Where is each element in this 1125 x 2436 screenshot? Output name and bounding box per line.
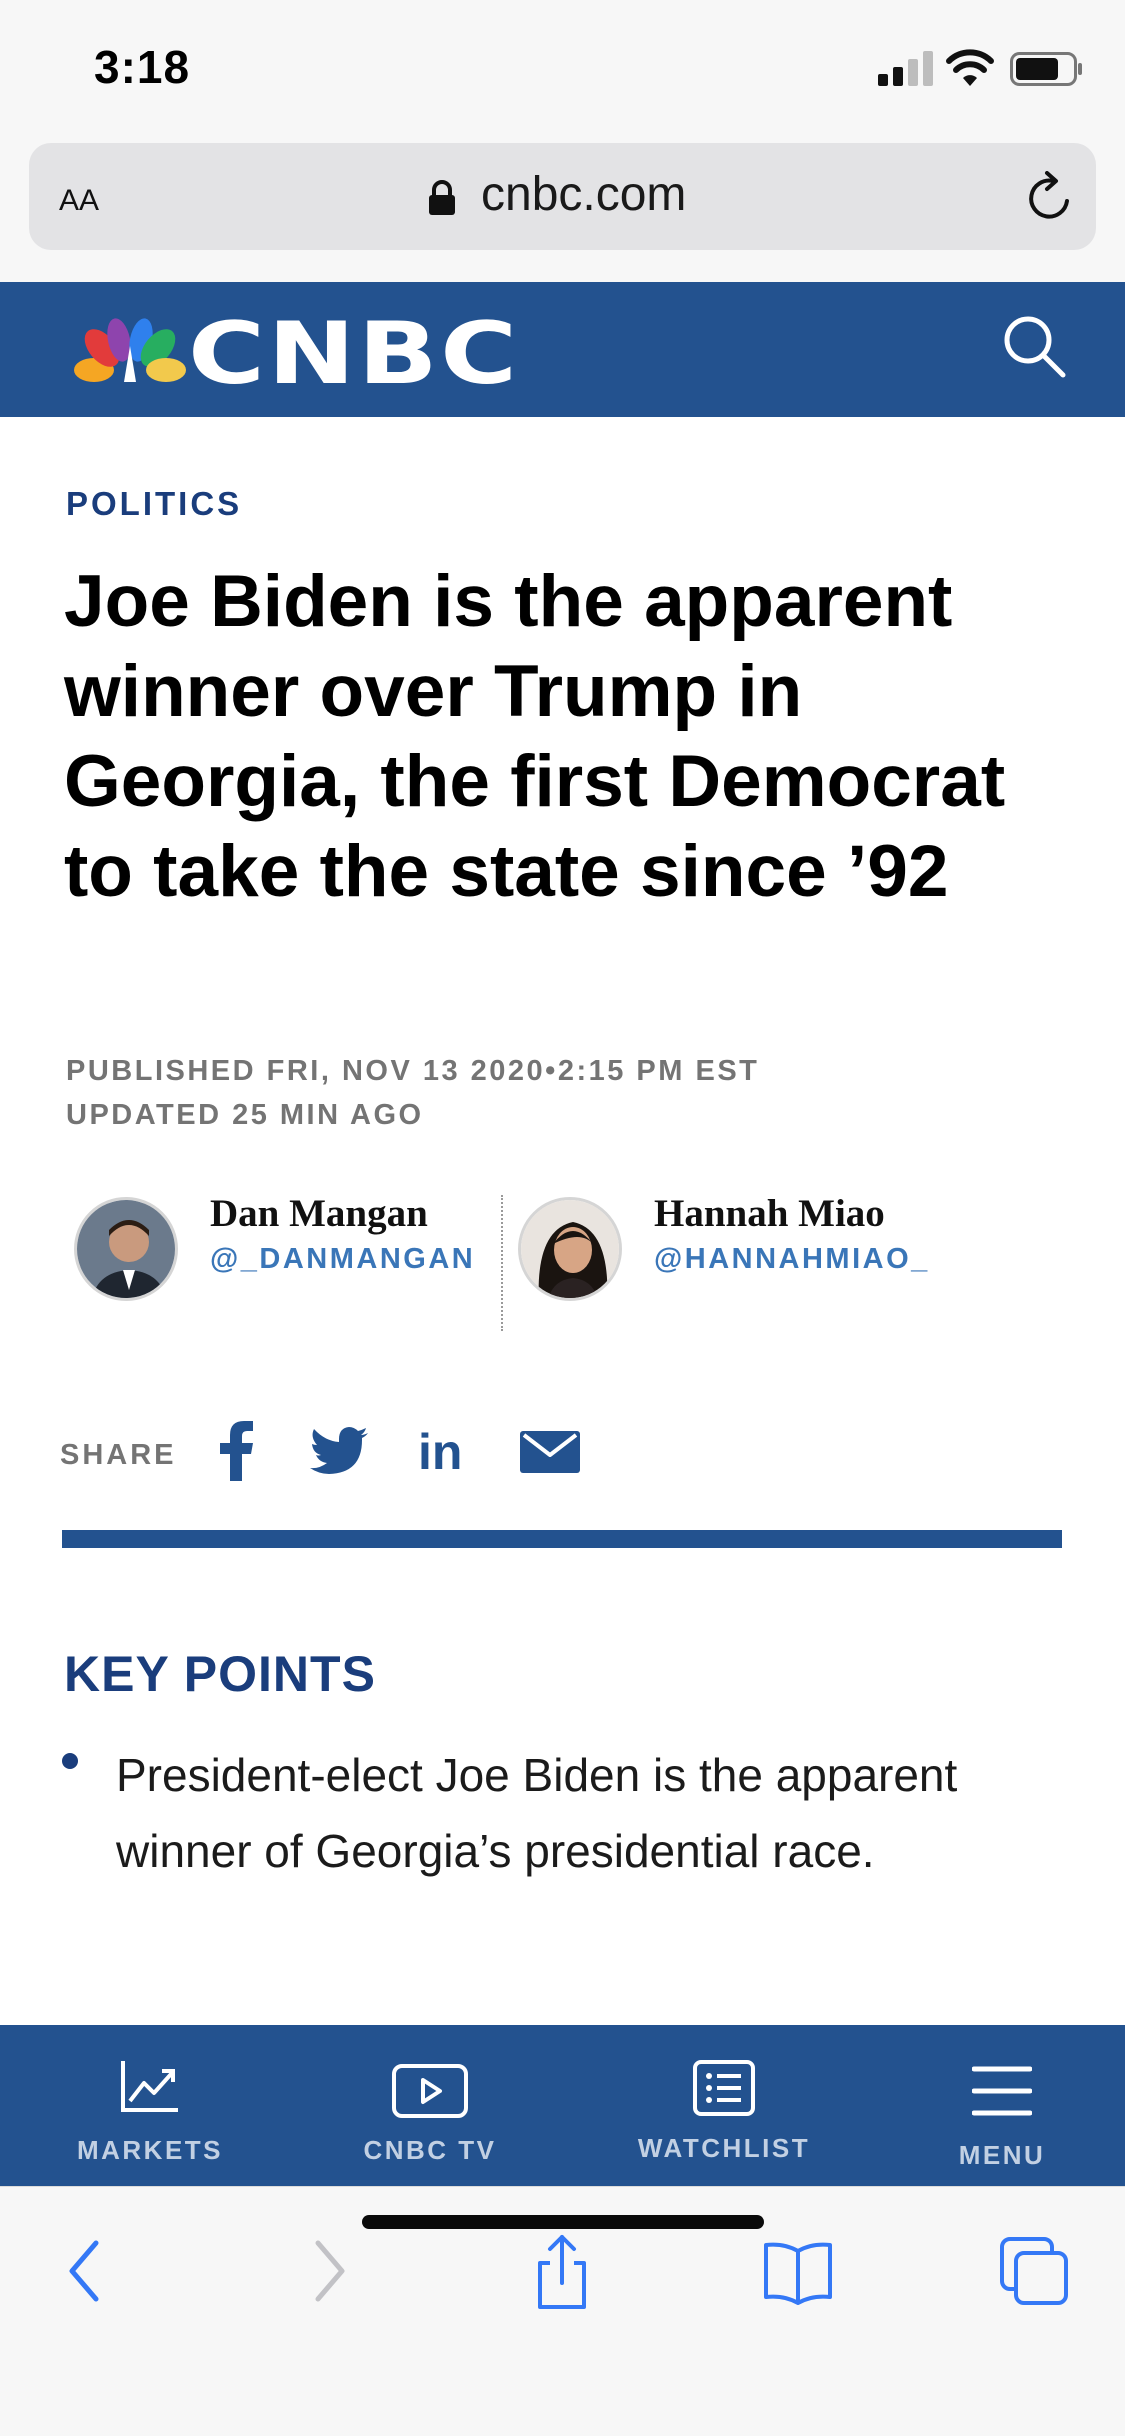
nav-item-cnbc-tv[interactable]: CNBC TV xyxy=(310,2025,550,2186)
hamburger-menu-icon xyxy=(972,2066,1032,2116)
section-label[interactable]: POLITICS xyxy=(66,485,242,523)
author-photo-icon xyxy=(521,1200,619,1298)
bullet-icon xyxy=(62,1753,78,1769)
play-icon xyxy=(392,2064,468,2118)
back-icon[interactable] xyxy=(48,2231,128,2311)
lock-icon xyxy=(429,180,455,215)
nbc-peacock-icon[interactable] xyxy=(74,318,186,384)
reload-icon[interactable] xyxy=(1023,171,1077,225)
avatar[interactable] xyxy=(518,1197,622,1301)
chart-icon xyxy=(121,2061,178,2112)
author-photo-icon xyxy=(77,1200,175,1298)
article: POLITICS Joe Biden is the apparent winne… xyxy=(0,417,1125,2025)
twitter-icon[interactable] xyxy=(310,1427,368,1475)
share-icon[interactable] xyxy=(522,2231,602,2311)
nav-label: WATCHLIST xyxy=(637,2133,811,2163)
text-size-button[interactable]: AA xyxy=(59,175,99,220)
article-headline: Joe Biden is the apparent winner over Tr… xyxy=(64,561,1006,912)
share-label: SHARE xyxy=(60,1439,177,1471)
nav-label: MARKETS xyxy=(76,2135,224,2165)
author-handle[interactable]: @_DANMANGAN xyxy=(210,1243,475,1276)
site-header: CNBC xyxy=(0,282,1125,417)
publish-info: PUBLISHED FRI, NOV 13 2020•2:15 PM EST U… xyxy=(66,1049,759,1137)
email-icon[interactable] xyxy=(520,1431,580,1473)
forward-icon[interactable] xyxy=(288,2231,368,2311)
nav-label: CNBC TV xyxy=(363,2135,497,2165)
updated-time: UPDATED 25 MIN AGO xyxy=(66,1099,424,1131)
bookmarks-icon[interactable] xyxy=(758,2231,838,2311)
list-icon xyxy=(693,2060,755,2116)
key-point-item: President-elect Joe Biden is the apparen… xyxy=(116,1749,958,1877)
tabs-icon[interactable] xyxy=(994,2231,1074,2311)
cellular-signal-icon xyxy=(878,50,934,86)
author-name[interactable]: Dan Mangan xyxy=(210,1191,428,1236)
status-time: 3:18 xyxy=(94,41,191,93)
author-divider xyxy=(501,1195,503,1331)
search-icon[interactable] xyxy=(1000,312,1068,380)
text-size-label: AA xyxy=(59,184,100,217)
facebook-icon[interactable] xyxy=(218,1421,254,1481)
status-bar: 3:18 xyxy=(0,0,1125,135)
site-bottom-nav: MARKETS CNBC TV WATCHLIST MENU xyxy=(0,2025,1125,2186)
author-name[interactable]: Hannah Miao xyxy=(654,1191,885,1236)
url-text: cnbc.com xyxy=(481,168,687,221)
avatar[interactable] xyxy=(74,1197,178,1301)
key-points-title: KEY POINTS xyxy=(64,1646,376,1702)
battery-icon xyxy=(1010,52,1082,86)
share-row: SHARE in xyxy=(60,1417,660,1487)
linkedin-icon[interactable]: in xyxy=(418,1423,462,1481)
nav-label: MENU xyxy=(958,2140,1046,2170)
cnbc-logo[interactable]: CNBC xyxy=(188,304,520,404)
published-date: PUBLISHED FRI, NOV 13 2020•2:15 PM EST xyxy=(66,1055,760,1087)
nav-item-markets[interactable]: MARKETS xyxy=(30,2025,270,2186)
browser-address-area: AA cnbc.com xyxy=(0,135,1125,282)
home-indicator[interactable] xyxy=(362,2215,764,2229)
nav-item-watchlist[interactable]: WATCHLIST xyxy=(604,2025,844,2186)
author-handle[interactable]: @HANNAHMIAO_ xyxy=(654,1243,930,1276)
address-bar[interactable]: AA cnbc.com xyxy=(29,143,1096,250)
section-divider xyxy=(62,1530,1062,1548)
nav-item-menu[interactable]: MENU xyxy=(882,2025,1122,2186)
wifi-icon xyxy=(946,49,994,86)
